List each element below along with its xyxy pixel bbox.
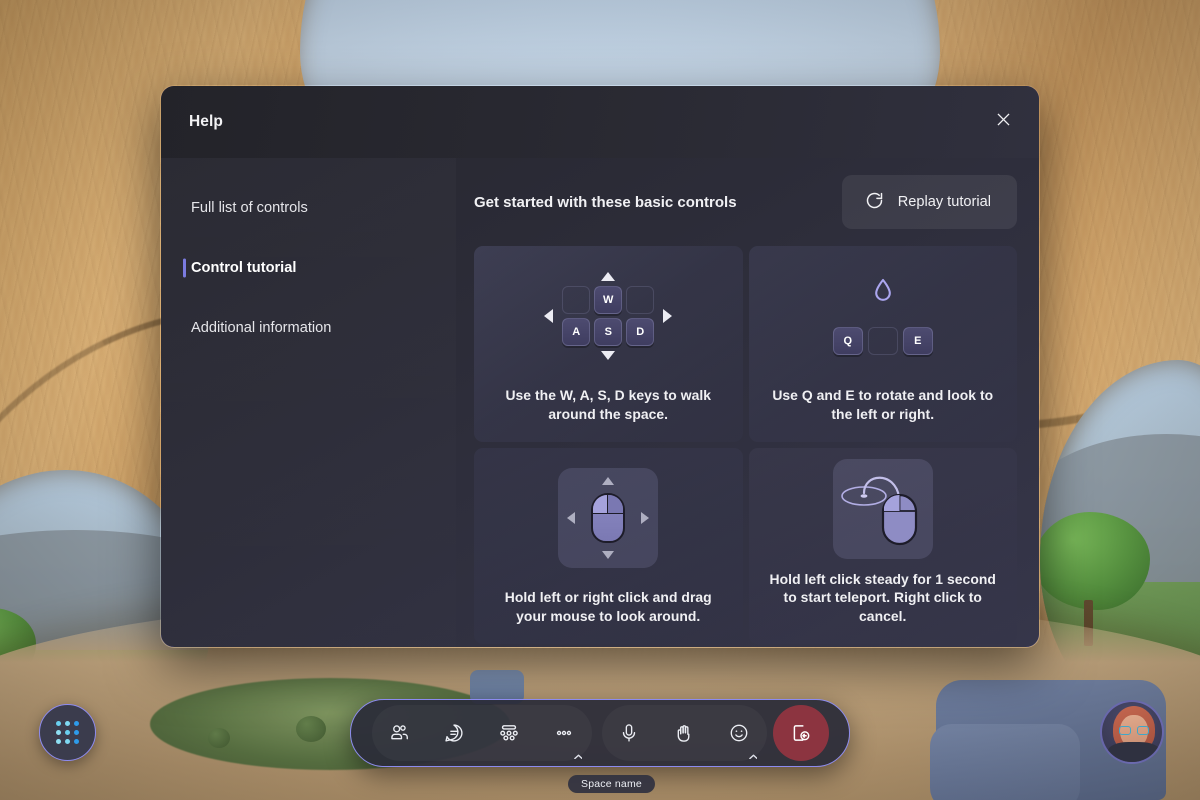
arrow-up-icon (601, 272, 616, 282)
teleport-illustration (749, 448, 1018, 570)
reactions-button[interactable] (712, 705, 767, 761)
wasd-keycap-grid: W A S D (562, 286, 655, 347)
arrow-left-icon (567, 512, 576, 525)
tutorial-card-teleport: Hold left click steady for 1 second to s… (748, 448, 1018, 644)
close-icon (994, 110, 1013, 134)
emoji-smiley-icon (730, 724, 748, 742)
rotate-droplet-icon (873, 278, 893, 307)
space-toolbar (350, 699, 850, 767)
keycap-blank (867, 326, 898, 355)
dialog-body: Full list of controls Control tutorial A… (161, 158, 1039, 647)
arrow-down-icon (601, 351, 616, 361)
microphone-icon (622, 724, 636, 742)
arrow-down-icon (602, 551, 615, 560)
more-dots-icon (556, 730, 572, 736)
keycap-s: S (594, 318, 623, 347)
user-avatar[interactable] (1100, 700, 1164, 764)
tutorial-card-caption: Hold left or right click and drag your m… (504, 589, 712, 625)
keycap-blank (626, 286, 655, 315)
wasd-keys-illustration: W A S D (474, 246, 743, 386)
keycap-w: W (594, 286, 623, 315)
dialog-main-panel: Get started with these basic controls Re… (456, 158, 1039, 647)
qe-keys-illustration: Q E (749, 246, 1018, 386)
space-name-pill: Space name (568, 775, 655, 793)
keycap-e: E (902, 326, 933, 355)
keycap-q: Q (832, 326, 863, 355)
arrow-left-icon (544, 309, 554, 324)
sidebar-item-label: Control tutorial (191, 260, 297, 276)
grid-dots-icon (56, 721, 79, 744)
chevron-up-icon (573, 746, 583, 759)
dialog-sidebar: Full list of controls Control tutorial A… (161, 158, 456, 647)
tutorial-card-look-around: Hold left or right click and drag your m… (474, 448, 743, 644)
dialog-title: Help (189, 113, 223, 130)
close-button[interactable] (985, 104, 1021, 140)
keycap-blank (562, 286, 591, 315)
people-button[interactable] (372, 705, 427, 761)
chevron-up-icon (748, 746, 758, 759)
keycap-a: A (562, 318, 591, 347)
seating-button[interactable] (482, 705, 537, 761)
toolbar-left-group (372, 705, 592, 761)
microphone-button[interactable] (602, 705, 657, 761)
refresh-icon (864, 190, 885, 214)
raise-hand-button[interactable] (657, 705, 712, 761)
mouse-drag-illustration (474, 448, 743, 588)
tutorial-card-caption: Hold left click steady for 1 second to s… (769, 570, 996, 625)
keycap-d: D (626, 318, 655, 347)
tutorial-card-caption: Use Q and E to rotate and look to the le… (772, 387, 994, 423)
leave-door-icon (793, 725, 809, 741)
tutorial-card-walk: W A S D Use the W, A, S, D keys to walk … (474, 246, 743, 442)
main-heading: Get started with these basic controls (474, 193, 737, 211)
help-dialog: Help Full list of controls Control tutor… (160, 85, 1040, 648)
chat-bubble-icon (445, 724, 463, 742)
apps-grid-button[interactable] (39, 704, 96, 761)
sidebar-item-additional-information[interactable]: Additional information (161, 298, 456, 358)
replay-tutorial-label: Replay tutorial (897, 194, 991, 210)
teleport-mouse-icon (832, 458, 933, 559)
qe-keycap-row: Q E (832, 326, 933, 355)
arrow-up-icon (602, 477, 615, 486)
mouse-body (591, 493, 626, 544)
arrow-right-icon (641, 512, 650, 525)
tutorial-card-caption: Use the W, A, S, D keys to walk around t… (505, 387, 712, 423)
sidebar-item-label: Full list of controls (191, 200, 308, 216)
sidebar-item-full-list-of-controls[interactable]: Full list of controls (161, 178, 456, 238)
tutorial-card-grid: W A S D Use the W, A, S, D keys to walk … (456, 246, 1017, 644)
sidebar-item-label: Additional information (191, 320, 332, 336)
people-icon (391, 725, 408, 740)
toolbar-right-group (602, 705, 767, 761)
avatar-torso (1108, 742, 1160, 762)
mouse-icon (558, 468, 659, 569)
arrow-right-icon (663, 309, 673, 324)
chat-button[interactable] (427, 705, 482, 761)
main-header: Get started with these basic controls Re… (456, 158, 1017, 246)
tutorial-card-rotate: Q E Use Q and E to rotate and look to th… (748, 246, 1018, 442)
mouse-left-button (593, 495, 609, 515)
replay-tutorial-button[interactable]: Replay tutorial (841, 175, 1017, 229)
leave-button[interactable] (772, 705, 829, 761)
more-button[interactable] (537, 705, 592, 761)
avatar-glasses (1119, 726, 1149, 735)
raise-hand-icon (677, 725, 690, 742)
seating-arrangement-icon (500, 725, 518, 741)
dialog-titlebar: Help (161, 86, 1039, 158)
sidebar-item-control-tutorial[interactable]: Control tutorial (161, 238, 456, 298)
